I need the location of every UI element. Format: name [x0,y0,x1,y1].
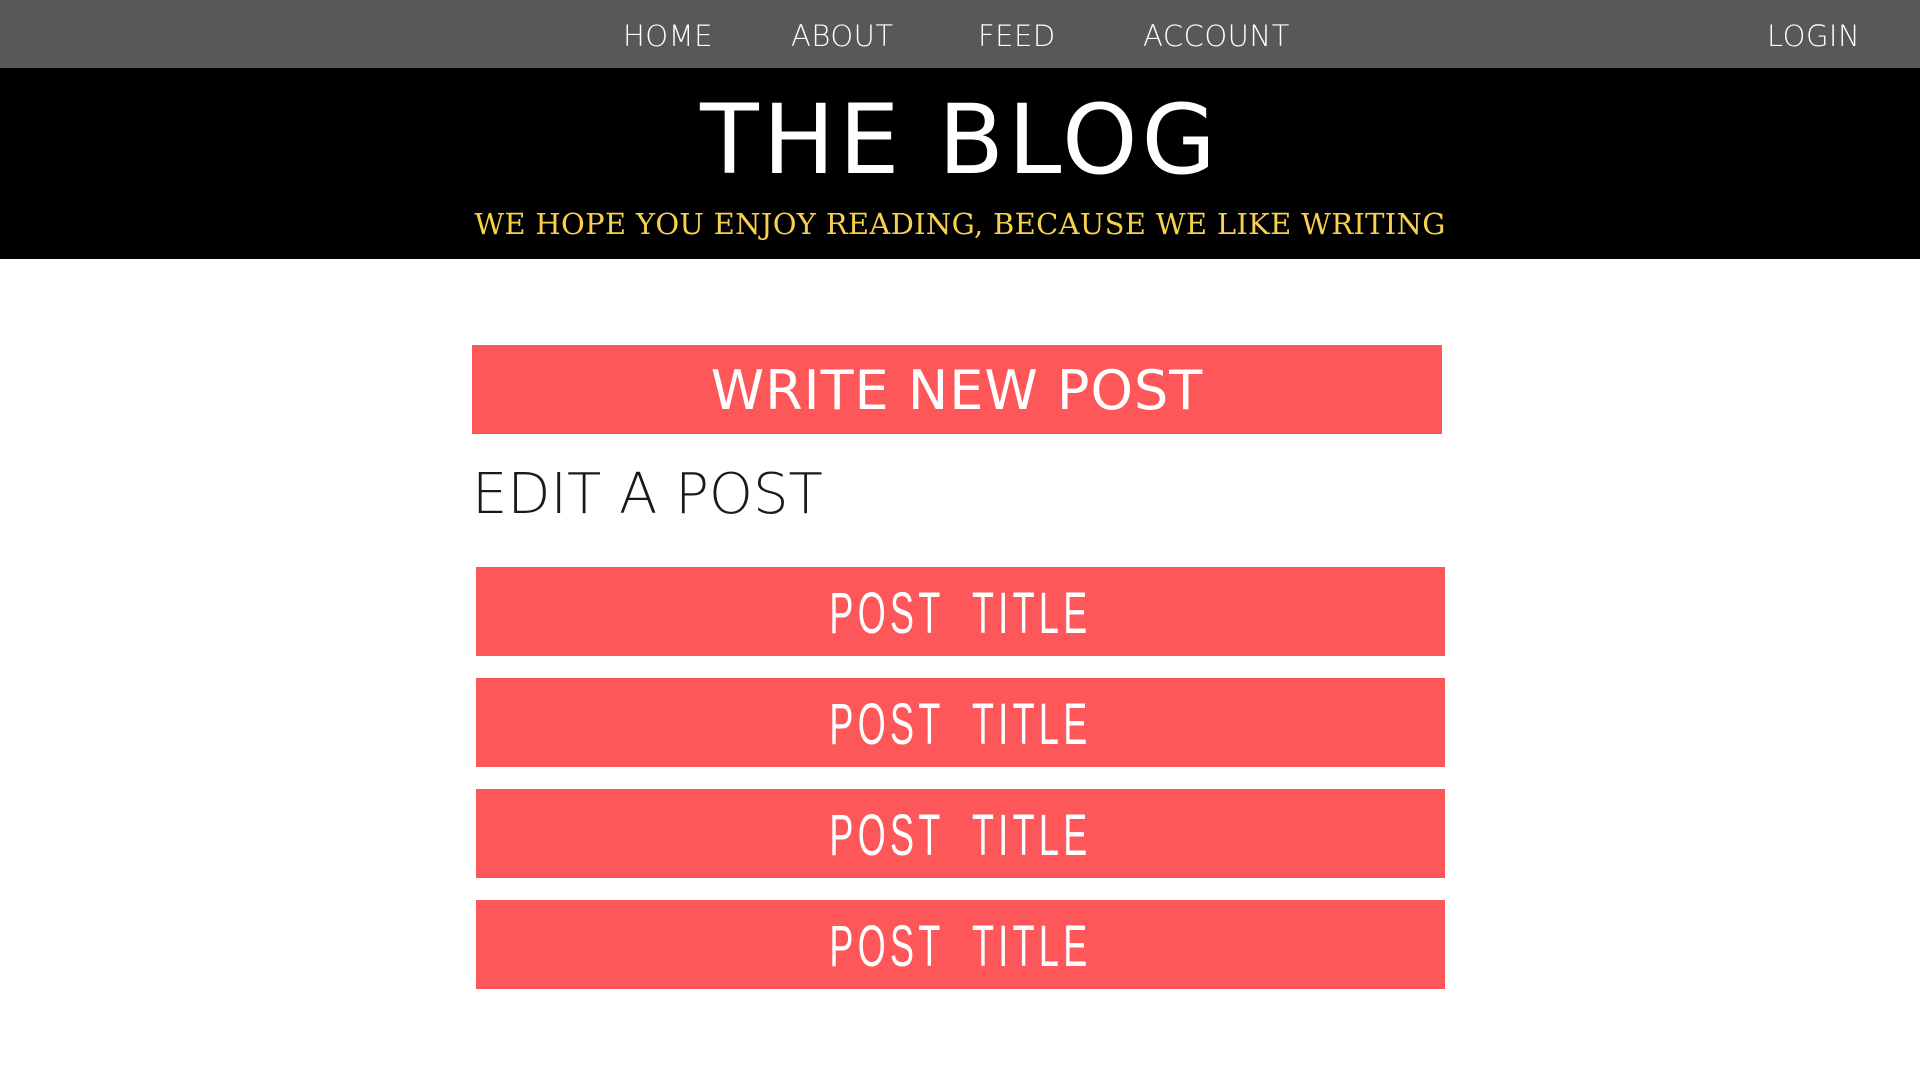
post-title: POST TITLE [829,914,1092,979]
nav-account-link[interactable]: ACCOUNT [1143,0,1290,68]
blog-header: THE BLOG WE HOPE YOU ENJOY READING, BECA… [0,68,1920,259]
site-tagline: WE HOPE YOU ENJOY READING, BECAUSE WE LI… [474,207,1446,241]
nav-home-link[interactable]: HOME [623,0,713,68]
post-title: POST TITLE [829,692,1092,757]
post-title: POST TITLE [829,581,1092,646]
nav-about-link[interactable]: ABOUT [791,0,894,68]
post-item[interactable]: POST TITLE [476,900,1445,989]
post-item[interactable]: POST TITLE [476,678,1445,767]
top-nav: HOME ABOUT FEED ACCOUNT LOGIN [0,0,1920,68]
post-item[interactable]: POST TITLE [476,567,1445,656]
post-list: POST TITLE POST TITLE POST TITLE POST TI… [476,567,1445,1011]
nav-feed-link[interactable]: FEED [978,0,1056,68]
post-item[interactable]: POST TITLE [476,789,1445,878]
post-title: POST TITLE [829,803,1092,868]
nav-login-link[interactable]: LOGIN [1767,0,1860,68]
write-new-post-button[interactable]: WRITE NEW POST [472,345,1442,434]
site-title: THE BLOG [700,84,1220,196]
edit-post-heading: EDIT A POST [472,462,823,527]
